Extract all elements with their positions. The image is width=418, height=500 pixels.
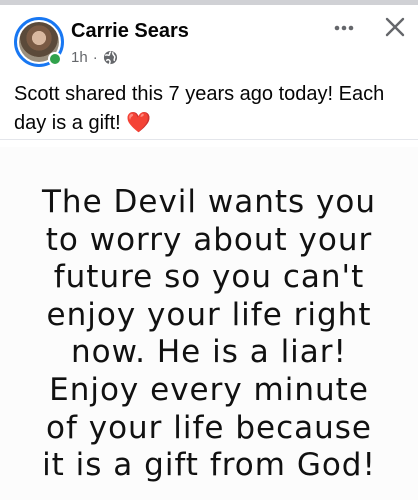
more-horizontal-icon[interactable]: [333, 22, 355, 34]
globe-icon: [103, 50, 117, 65]
author-name[interactable]: Carrie Sears: [71, 20, 189, 43]
caption-text: Scott shared this 7 years ago today! Eac…: [14, 83, 385, 134]
post-meta: 1h ·: [71, 49, 118, 66]
online-status-icon: [48, 52, 62, 66]
caption-divider: [0, 139, 418, 140]
top-divider-bar: [0, 0, 418, 5]
post-caption: Scott shared this 7 years ago today! Eac…: [14, 80, 409, 138]
avatar[interactable]: [14, 17, 64, 67]
post-image[interactable]: The Devil wants you to worry about your …: [0, 147, 418, 500]
post-time[interactable]: 1h: [71, 49, 88, 66]
close-icon[interactable]: [384, 16, 406, 38]
meta-separator: ·: [92, 49, 98, 66]
heart-emoji: ❤️: [126, 112, 152, 134]
image-quote-text: The Devil wants you to worry about your …: [42, 184, 376, 484]
